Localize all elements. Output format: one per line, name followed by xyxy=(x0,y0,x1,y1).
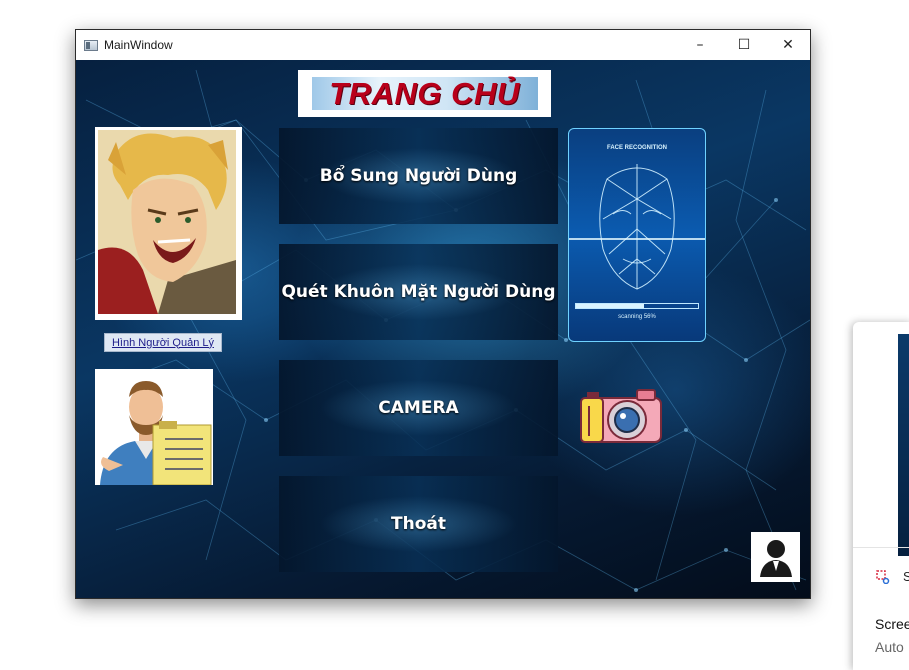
maximize-button[interactable]: ☐ xyxy=(722,30,766,60)
close-button[interactable]: ✕ xyxy=(766,30,810,60)
minimize-button[interactable]: – xyxy=(678,30,722,60)
notification-divider xyxy=(853,547,909,548)
snipping-tool-notification[interactable]: S Scree Auto xyxy=(853,322,909,670)
notification-subtitle: Auto xyxy=(875,639,904,655)
title-bar[interactable]: MainWindow – ☐ ✕ xyxy=(76,30,810,60)
scan-face-button-label: Quét Khuôn Mặt Người Dùng xyxy=(281,282,556,302)
camera-button-label: CAMERA xyxy=(378,398,459,418)
window-title: MainWindow xyxy=(104,38,173,52)
face-recognition-card: FACE RECOGNITION scanning 56% xyxy=(568,128,706,342)
desktop: MainWindow – ☐ ✕ TRANG CHỦ Hình Người Qu… xyxy=(0,0,909,670)
scan-face-button[interactable]: Quét Khuôn Mặt Người Dùng xyxy=(279,244,558,340)
user-account-button[interactable] xyxy=(751,532,800,582)
admin-photo xyxy=(98,130,236,314)
snip-thumbnail[interactable] xyxy=(898,334,909,556)
window-icon xyxy=(84,39,98,51)
face-scan-icon xyxy=(569,164,705,290)
add-user-button[interactable]: Bổ Sung Người Dùng xyxy=(279,128,558,224)
notification-title: Scree xyxy=(875,616,909,632)
snipping-tool-icon xyxy=(876,570,890,584)
exit-button-label: Thoát xyxy=(391,514,446,534)
add-user-button-label: Bổ Sung Người Dùng xyxy=(319,166,518,186)
exit-button[interactable]: Thoát xyxy=(279,476,558,572)
user-icon xyxy=(759,540,792,577)
window-controls: – ☐ ✕ xyxy=(678,30,810,60)
main-window: MainWindow – ☐ ✕ TRANG CHỦ Hình Người Qu… xyxy=(75,29,811,599)
camera-button[interactable]: CAMERA xyxy=(279,360,558,456)
page-title-banner: TRANG CHỦ xyxy=(298,70,551,117)
notification-app-name: S xyxy=(903,569,909,584)
face-recognition-title: FACE RECOGNITION xyxy=(606,145,667,151)
page-title: TRANG CHỦ xyxy=(329,75,520,111)
admin-photo-frame xyxy=(95,127,242,320)
scan-progress-fill xyxy=(576,304,645,308)
manager-clipart xyxy=(95,369,213,485)
admin-photo-label[interactable]: Hình Người Quản Lý xyxy=(104,333,222,352)
camera-icon[interactable] xyxy=(579,386,664,444)
client-area: TRANG CHỦ Hình Người Quản Lý Bổ Sung Ngư… xyxy=(76,60,810,598)
page-title-background: TRANG CHỦ xyxy=(311,75,538,111)
scan-progress-bar xyxy=(575,303,699,309)
scan-status-text: scanning 56% xyxy=(618,314,656,320)
